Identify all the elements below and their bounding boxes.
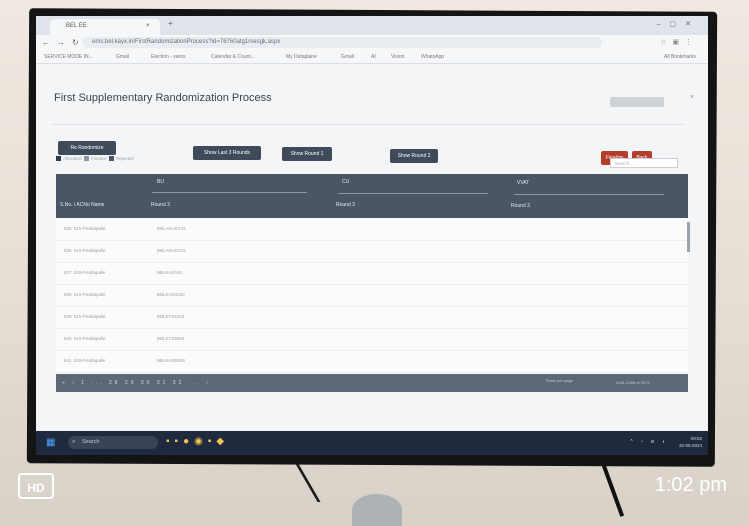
header-rule bbox=[152, 192, 307, 193]
bookmark-item[interactable]: My Dataplane bbox=[286, 54, 317, 60]
bookmark-item[interactable]: Vision bbox=[391, 54, 405, 60]
hd-badge: HD bbox=[18, 473, 54, 499]
taskbar-clock[interactable]: 09:02 20-05-2024 bbox=[679, 435, 702, 449]
table-row[interactable]: 840 515-Peddapalle BBLKTS9602 bbox=[56, 328, 688, 351]
bookmarks-bar: SERVICE MODE IN... Gmail Election - swis… bbox=[36, 51, 708, 64]
tab-close-icon[interactable]: × bbox=[146, 23, 150, 29]
col-group-bu: BU bbox=[157, 179, 164, 185]
col-sub-header[interactable]: Round 3 bbox=[151, 202, 170, 208]
show-last-3-rounds-button[interactable]: Show Last 3 Rounds bbox=[193, 146, 261, 160]
cell-bu: BBLKTS9602 bbox=[157, 336, 185, 341]
nav-buttons[interactable]: ←→↻ bbox=[42, 38, 86, 47]
cell-bu: BBLKHSX61 bbox=[157, 270, 183, 275]
cell-sno-ac: 839 515-Peddapalle bbox=[64, 314, 106, 319]
close-icon[interactable]: × bbox=[690, 94, 694, 101]
cell-bu: BBLKTS6423 bbox=[157, 314, 185, 319]
col-group-cu: CU bbox=[342, 179, 350, 185]
cell-bu: BBLAKHST43 bbox=[157, 226, 186, 231]
new-tab-icon[interactable]: + bbox=[168, 19, 173, 28]
bookmark-item[interactable]: Gmail bbox=[341, 54, 354, 60]
header-rule bbox=[514, 194, 664, 195]
extension-icons[interactable]: ☆▣⋮ bbox=[660, 38, 698, 46]
table-row[interactable]: 836 515-Peddapalle BBLAKHST23 bbox=[56, 240, 688, 263]
col-sub-header[interactable]: Round 3 bbox=[511, 203, 530, 209]
header-rule bbox=[338, 193, 488, 194]
taskbar-search[interactable]: ⌕ Search bbox=[68, 436, 158, 449]
tab-title: BEL EE bbox=[66, 23, 87, 29]
show-round-2-button[interactable]: Show Round 2 bbox=[390, 149, 438, 163]
bookmark-item[interactable]: SERVICE MODE IN... bbox=[44, 54, 93, 60]
all-bookmarks[interactable]: All Bookmarks bbox=[664, 54, 696, 60]
search-icon: ⌕ bbox=[72, 439, 76, 445]
bookmark-item[interactable]: Calendar & Count... bbox=[211, 54, 255, 60]
table-row[interactable]: 839 515-Peddapalle BBLKTS6423 bbox=[56, 306, 688, 329]
col-sub-header[interactable]: Round 3 bbox=[336, 202, 355, 208]
bookmark-item[interactable]: AI bbox=[371, 54, 376, 60]
table-row[interactable]: 837 515-Peddapalle BBLKHSX61 bbox=[56, 262, 688, 285]
camera-device bbox=[352, 494, 402, 526]
pagination[interactable]: « ‹ 1 ... 28 29 30 31 32 ... › bbox=[62, 380, 211, 386]
show-round-1-button[interactable]: Show Round 1 bbox=[282, 147, 332, 161]
legend-swatch bbox=[56, 156, 61, 162]
table-row[interactable]: 835 515-Peddapalle BBLAKHST43 bbox=[56, 218, 688, 241]
cell-sno-ac: 835 515-Peddapalle bbox=[64, 226, 106, 231]
bookmark-item[interactable]: Election - swiss bbox=[151, 54, 185, 60]
col-group-vvat: VVAT bbox=[517, 180, 530, 186]
re-randomize-button[interactable]: Re Randomize bbox=[58, 141, 116, 155]
status-legend: Allocated Finalize Rejected bbox=[56, 156, 134, 162]
table-row[interactable]: 838 515-Peddapalle BBLKHS1023 bbox=[56, 284, 688, 307]
table-row[interactable]: 841 515-Peddapalle BBLKHS5828 bbox=[56, 350, 688, 373]
browser-tabbar: BEL EE × + –▢✕ bbox=[36, 16, 708, 35]
divider bbox=[52, 124, 684, 125]
cell-sno-ac: 841 515-Peddapalle bbox=[64, 358, 106, 363]
cell-bu: BBLKHS1023 bbox=[157, 292, 185, 297]
col-header-sno-ac[interactable]: S.No. / ACNo Name bbox=[60, 202, 104, 208]
video-timestamp: 1:02 pm bbox=[654, 474, 727, 496]
table-header: BU CU VVAT S.No. / ACNo Name Round 3 Rou… bbox=[56, 174, 688, 218]
window-controls[interactable]: –▢✕ bbox=[657, 20, 700, 28]
windows-taskbar: ▦ ⌕ Search ▪▪●◉▪◆ ^ ◔ ≋ ◖ 09:02 20-05-20… bbox=[36, 431, 708, 455]
cell-bu: BBLAKHST23 bbox=[157, 248, 186, 253]
legend-swatch bbox=[84, 156, 90, 162]
table-scrollbar[interactable] bbox=[687, 222, 690, 252]
bookmark-item[interactable]: Gmail bbox=[116, 54, 129, 60]
tray-icons[interactable]: ^ ◔ ≋ ◖ bbox=[630, 439, 668, 445]
cell-sno-ac: 836 515-Peddapalle bbox=[64, 248, 106, 253]
cell-sno-ac: 838 515-Peddapalle bbox=[64, 292, 106, 297]
address-bar-row: ←→↻ ems.bel.kayx.in/FirstRandomizationPr… bbox=[36, 35, 708, 51]
cell-bu: BBLKHS5828 bbox=[157, 358, 185, 363]
windows-start-icon[interactable]: ▦ bbox=[46, 437, 55, 448]
monitor-screen: BEL EE × + –▢✕ ←→↻ ems.bel.kayx.in/First… bbox=[36, 16, 708, 455]
taskbar-apps[interactable]: ▪▪●◉▪◆ bbox=[166, 436, 229, 447]
top-action-button[interactable] bbox=[610, 97, 664, 107]
table-search-input[interactable]: Search... bbox=[610, 158, 678, 168]
browser-tab[interactable]: BEL EE × bbox=[50, 19, 160, 35]
table-footer: « ‹ 1 ... 28 29 30 31 32 ... › Rows per … bbox=[56, 374, 688, 392]
page-title: First Supplementary Randomization Proces… bbox=[54, 92, 272, 104]
page-range: 2261-2280 of 2372 bbox=[616, 380, 650, 385]
cell-sno-ac: 840 515-Peddapalle bbox=[64, 336, 106, 341]
legend-swatch bbox=[109, 156, 115, 162]
table-body: 835 515-Peddapalle BBLAKHST43 836 515-Pe… bbox=[56, 218, 688, 374]
url-input[interactable]: ems.bel.kayx.in/FirstRandomizationProces… bbox=[82, 37, 602, 48]
bookmark-item[interactable]: WhatsApp bbox=[421, 54, 444, 60]
rows-per-page-label: Rows per page bbox=[546, 378, 573, 383]
cell-sno-ac: 837 515-Peddapalle bbox=[64, 270, 106, 275]
